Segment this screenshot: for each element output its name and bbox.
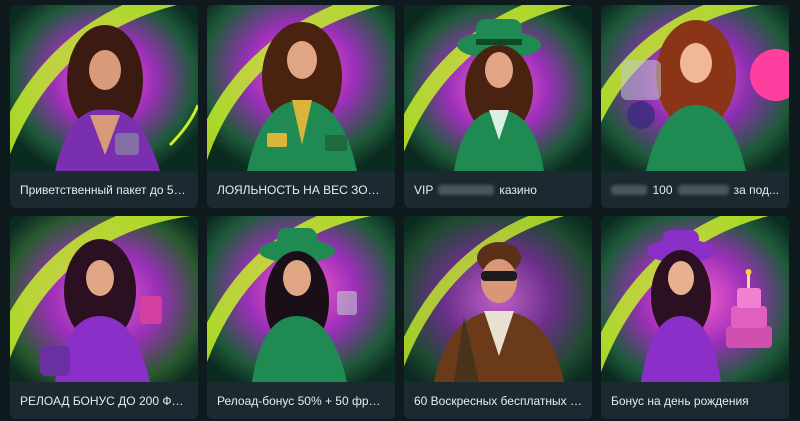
promo-image <box>207 5 395 171</box>
promo-caption: 100 за под... <box>601 171 789 208</box>
promo-title-prefix: VIP <box>414 182 434 197</box>
promo-caption: ЛОЯЛЬНОСТЬ НА ВЕС ЗОЛОТА <box>207 171 395 208</box>
promo-card-sunday-freespins[interactable]: 60 Воскресных бесплатных ст... <box>404 216 592 419</box>
promo-card-birthday[interactable]: Бонус на день рождения <box>601 216 789 419</box>
promo-caption: VIP казино <box>404 171 592 208</box>
promo-image <box>207 216 395 382</box>
promo-caption: 60 Воскресных бесплатных ст... <box>404 382 592 419</box>
promo-card-gold-loyalty[interactable]: ЛОЯЛЬНОСТЬ НА ВЕС ЗОЛОТА <box>207 5 395 208</box>
promo-caption: Релоад-бонус 50% + 50 фрисп... <box>207 382 395 419</box>
promo-title-suffix: за под... <box>733 182 779 197</box>
promo-image <box>10 5 198 171</box>
promo-card-reload-50[interactable]: Релоад-бонус 50% + 50 фрисп... <box>207 216 395 419</box>
promo-title-suffix: казино <box>499 182 537 197</box>
promo-title: ЛОЯЛЬНОСТЬ НА ВЕС ЗОЛОТА <box>217 182 385 197</box>
promo-title: РЕЛОАД БОНУС ДО 200 ФРИС... <box>20 393 188 408</box>
promo-caption: Приветственный пакет до 590... <box>10 171 198 208</box>
promo-title: 60 Воскресных бесплатных ст... <box>414 393 582 408</box>
redacted-text <box>677 184 729 195</box>
promo-card-vip-casino[interactable]: VIP казино <box>404 5 592 208</box>
promo-card-reload-freespins[interactable]: РЕЛОАД БОНУС ДО 200 ФРИС... <box>10 216 198 419</box>
redacted-text <box>611 184 648 195</box>
redacted-text <box>438 184 495 195</box>
promo-title: Бонус на день рождения <box>611 393 749 408</box>
promo-title-mid: 100 <box>652 182 673 197</box>
promotions-grid: Приветственный пакет до 590... ЛОЯЛЬНОСТ… <box>10 5 793 419</box>
promo-image <box>404 5 592 171</box>
promo-image <box>601 216 789 382</box>
promo-caption: РЕЛОАД БОНУС ДО 200 ФРИС... <box>10 382 198 419</box>
promo-image <box>601 5 789 171</box>
promo-image <box>404 216 592 382</box>
promo-caption: Бонус на день рождения <box>601 382 789 419</box>
promo-card-gift[interactable]: 100 за под... <box>601 5 789 208</box>
promo-title: Релоад-бонус 50% + 50 фрисп... <box>217 393 385 408</box>
promo-card-welcome-package[interactable]: Приветственный пакет до 590... <box>10 5 198 208</box>
promo-image <box>10 216 198 382</box>
promo-title: Приветственный пакет до 590... <box>20 182 188 197</box>
